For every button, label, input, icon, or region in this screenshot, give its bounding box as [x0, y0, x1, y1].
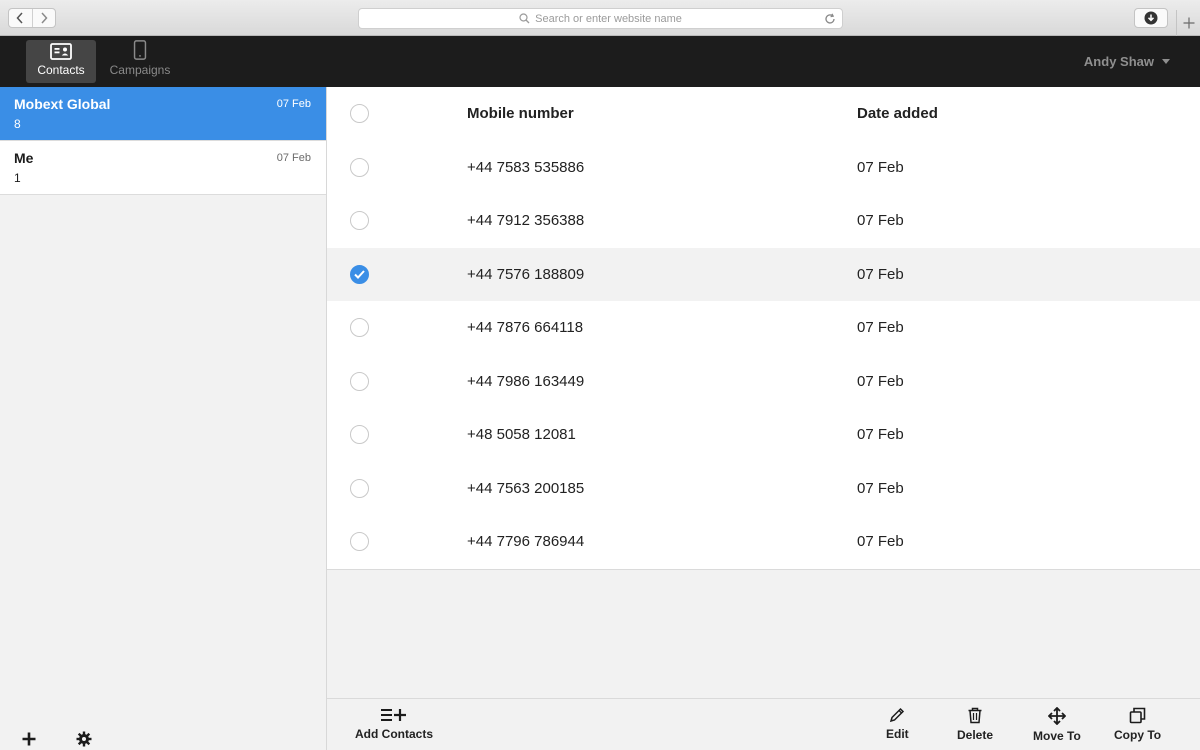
bottom-toolbar: Add Contacts Edit Delete Move To Copy To — [327, 698, 1200, 750]
chevron-down-icon — [1162, 59, 1170, 64]
tab-contacts[interactable]: Contacts — [26, 40, 96, 83]
date-added: 07 Feb — [857, 265, 904, 283]
table-row[interactable]: +48 5058 12081 07 Feb — [327, 408, 1200, 462]
table-row[interactable]: +44 7796 786944 07 Feb — [327, 515, 1200, 569]
add-contacts-label: Add Contacts — [355, 727, 433, 741]
move-arrows-icon — [1047, 707, 1066, 725]
add-group-button[interactable] — [20, 730, 38, 748]
row-checkbox[interactable] — [350, 532, 369, 552]
downloads-button[interactable] — [1134, 8, 1168, 28]
reload-icon — [825, 13, 835, 24]
copy-to-button[interactable]: Copy To — [1114, 707, 1161, 742]
forward-button[interactable] — [31, 9, 55, 27]
phone-icon — [133, 40, 147, 60]
table-row[interactable]: +44 7563 200185 07 Feb — [327, 462, 1200, 516]
row-checkbox[interactable] — [350, 478, 369, 498]
delete-label: Delete — [957, 728, 994, 742]
copy-to-label: Copy To — [1114, 728, 1162, 742]
tab-campaigns-label: Campaigns — [109, 63, 171, 77]
chevron-left-icon — [16, 12, 24, 24]
browser-toolbar: Search or enter website name — [0, 0, 1200, 36]
mobile-number: +48 5058 12081 — [467, 426, 576, 444]
app-header: Contacts Campaigns Andy Shaw — [0, 36, 1200, 87]
contacts-table: Mobile number Date added +44 7583 535886… — [327, 87, 1200, 570]
row-checkbox[interactable] — [350, 211, 369, 231]
contacts-panel: Mobile number Date added +44 7583 535886… — [327, 87, 1200, 698]
table-row[interactable]: +44 7583 535886 07 Feb — [327, 141, 1200, 195]
address-bar[interactable]: Search or enter website name — [358, 8, 843, 29]
table-row[interactable]: +44 7576 188809 07 Feb — [327, 247, 1200, 301]
group-count: 1 — [14, 171, 21, 185]
gear-icon — [76, 731, 92, 747]
group-count: 8 — [14, 117, 21, 131]
group-date: 07 Feb — [276, 152, 311, 164]
row-checkbox[interactable] — [350, 318, 369, 338]
browser-nav-buttons — [8, 8, 56, 28]
chevron-right-icon — [41, 12, 48, 24]
back-button[interactable] — [9, 9, 32, 27]
mobile-number: +44 7796 786944 — [467, 533, 585, 551]
row-checkbox[interactable] — [350, 157, 369, 177]
copy-icon — [1129, 707, 1146, 724]
settings-button[interactable] — [75, 730, 93, 748]
group-name: Me — [14, 150, 34, 166]
mobile-number: +44 7912 356388 — [467, 212, 585, 230]
select-all-checkbox[interactable] — [350, 104, 369, 124]
edit-button[interactable]: Edit — [886, 707, 909, 741]
column-header-mobile-number[interactable]: Mobile number — [467, 105, 574, 122]
table-row[interactable]: +44 7986 163449 07 Feb — [327, 355, 1200, 409]
group-name: Mobext Global — [14, 96, 111, 112]
mobile-number: +44 7583 535886 — [467, 158, 585, 176]
date-added: 07 Feb — [857, 372, 904, 390]
mobile-number: +44 7576 188809 — [467, 265, 585, 283]
checkmark-icon — [354, 270, 365, 279]
row-checkbox[interactable] — [350, 425, 369, 445]
row-checkbox[interactable] — [350, 264, 369, 284]
date-added: 07 Feb — [857, 533, 904, 551]
download-icon — [1144, 11, 1158, 25]
user-menu[interactable]: Andy Shaw — [1084, 54, 1170, 69]
tab-contacts-label: Contacts — [37, 63, 85, 77]
move-to-label: Move To — [1033, 729, 1081, 743]
column-header-date-added[interactable]: Date added — [857, 105, 938, 122]
address-placeholder: Search or enter website name — [535, 12, 682, 25]
sidebar-group-me[interactable]: Me 1 07 Feb — [0, 141, 326, 195]
table-header: Mobile number Date added — [327, 87, 1200, 141]
trash-icon — [968, 707, 982, 724]
sidebar: Mobext Global 8 07 Feb Me 1 07 Feb — [0, 87, 327, 750]
table-row[interactable]: +44 7912 356388 07 Feb — [327, 194, 1200, 248]
search-icon — [519, 13, 530, 24]
list-add-icon — [381, 709, 406, 721]
mobile-number: +44 7986 163449 — [467, 372, 585, 390]
date-added: 07 Feb — [857, 479, 904, 497]
tab-campaigns[interactable]: Campaigns — [105, 40, 175, 83]
date-added: 07 Feb — [857, 319, 904, 337]
new-tab-button[interactable] — [1176, 10, 1200, 36]
group-date: 07 Feb — [276, 98, 311, 110]
plus-icon — [22, 732, 36, 746]
table-row[interactable]: +44 7876 664118 07 Feb — [327, 301, 1200, 355]
delete-button[interactable]: Delete — [957, 707, 993, 742]
edit-label: Edit — [886, 727, 909, 741]
date-added: 07 Feb — [857, 158, 904, 176]
move-to-button[interactable]: Move To — [1033, 707, 1081, 743]
date-added: 07 Feb — [857, 212, 904, 230]
pencil-icon — [890, 707, 905, 723]
contacts-card-icon — [50, 43, 72, 60]
reload-button[interactable] — [824, 12, 836, 30]
mobile-number: +44 7563 200185 — [467, 479, 585, 497]
plus-icon — [1183, 17, 1194, 29]
mobile-number: +44 7876 664118 — [467, 319, 584, 337]
row-checkbox[interactable] — [350, 371, 369, 391]
date-added: 07 Feb — [857, 426, 904, 444]
add-contacts-button[interactable]: Add Contacts — [355, 707, 433, 741]
user-name: Andy Shaw — [1083, 54, 1154, 69]
sidebar-group-mobext-global[interactable]: Mobext Global 8 07 Feb — [0, 87, 326, 141]
